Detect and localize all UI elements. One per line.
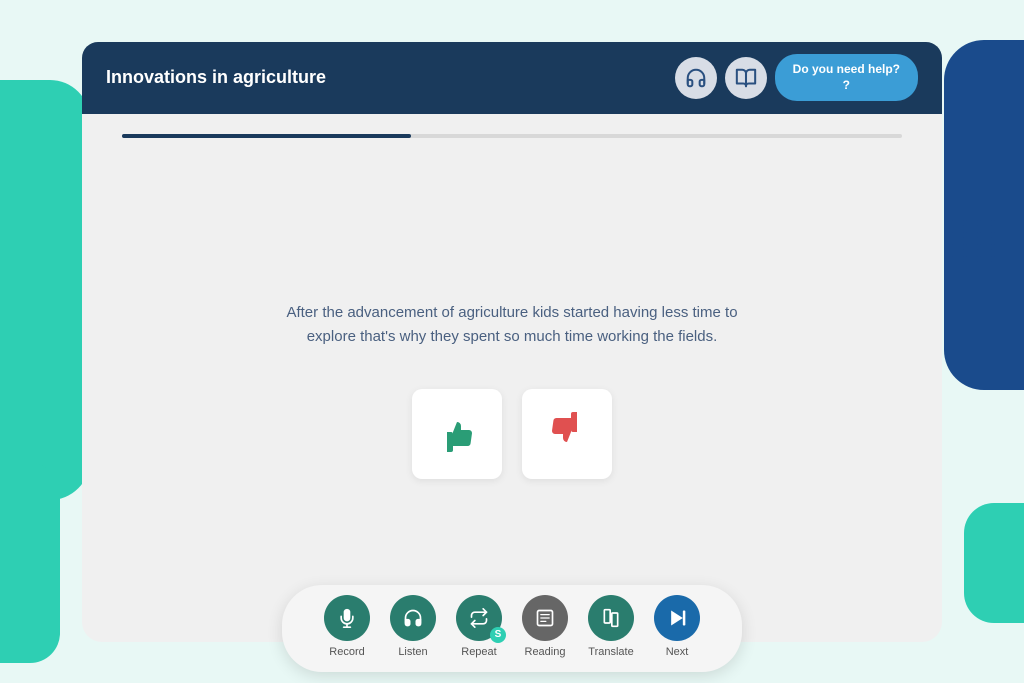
reading-button[interactable]: [522, 595, 568, 641]
reading-label: Reading: [525, 646, 566, 658]
toolbar-item-next: Next: [654, 595, 700, 658]
thumbs-down-icon: [543, 408, 591, 459]
listen-button[interactable]: [390, 595, 436, 641]
toolbar-item-listen: Listen: [390, 595, 436, 658]
record-button[interactable]: [324, 595, 370, 641]
bg-blue-right: [944, 40, 1024, 390]
dots-decoration: [934, 220, 994, 300]
repeat-label: Repeat: [461, 646, 496, 658]
progress-area: [82, 114, 942, 138]
toolbar-item-translate: Translate: [588, 595, 634, 658]
card-header: Innovations in agriculture Do you need h…: [82, 42, 942, 114]
answer-cards: [412, 389, 612, 479]
question-text: After the advancement of agriculture kid…: [272, 301, 752, 349]
bg-teal-bottom-left: [0, 463, 60, 663]
progress-fill: [122, 134, 411, 138]
content-area: After the advancement of agriculture kid…: [82, 138, 942, 642]
progress-track: [122, 134, 902, 138]
help-button[interactable]: Do you need help? ?: [775, 54, 918, 101]
thumbs-up-button[interactable]: [412, 389, 502, 479]
listen-label: Listen: [398, 646, 427, 658]
repeat-button[interactable]: S: [456, 595, 502, 641]
thumbs-down-button[interactable]: [522, 389, 612, 479]
toolbar-item-reading: Reading: [522, 595, 568, 658]
next-label: Next: [666, 646, 689, 658]
page-title: Innovations in agriculture: [106, 67, 326, 88]
bg-teal-left: [0, 80, 90, 500]
next-button[interactable]: [654, 595, 700, 641]
translate-button[interactable]: [588, 595, 634, 641]
header-controls: Do you need help? ?: [675, 54, 918, 101]
main-card: Innovations in agriculture Do you need h…: [82, 42, 942, 642]
toolbar: Record Listen: [282, 585, 742, 672]
bg-teal-right-bottom: [964, 503, 1024, 623]
help-line2: ?: [843, 78, 850, 92]
repeat-badge: S: [490, 627, 506, 643]
toolbar-item-record: Record: [324, 595, 370, 658]
record-label: Record: [329, 646, 364, 658]
audio-icon-button[interactable]: [675, 57, 717, 99]
book-icon-button[interactable]: [725, 57, 767, 99]
help-line1: Do you need help?: [793, 62, 900, 76]
translate-label: Translate: [588, 646, 633, 658]
thumbs-up-icon: [433, 408, 481, 459]
toolbar-item-repeat: S Repeat: [456, 595, 502, 658]
